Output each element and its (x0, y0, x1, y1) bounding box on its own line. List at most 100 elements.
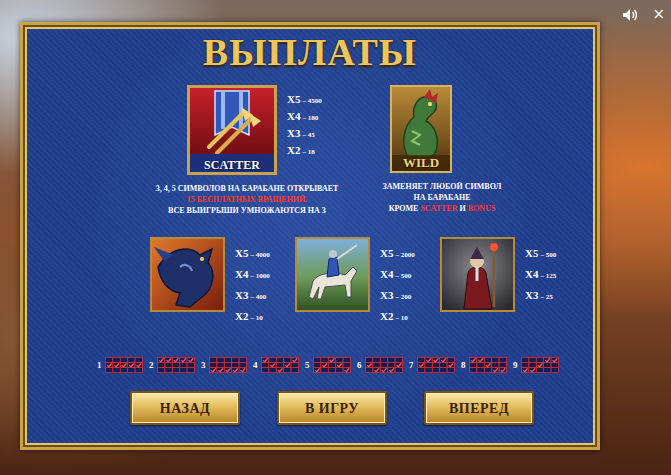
payline: 5 (305, 357, 352, 373)
speaker-icon[interactable] (622, 2, 638, 26)
check-icon (277, 368, 282, 371)
check-icon (263, 358, 268, 361)
payline-grid-icon (209, 357, 247, 373)
check-icon (485, 363, 490, 366)
payout-row: X4– 1000 (235, 264, 270, 285)
payout-multiplier: X3 (235, 289, 248, 301)
payout-row: X3– 400 (235, 285, 270, 306)
payline-number: 3 (201, 359, 206, 371)
payout-multiplier: X5 (525, 247, 538, 259)
payout-row: X2– 10 (235, 306, 270, 327)
payline-grid-icon (521, 357, 559, 373)
check-icon (545, 358, 550, 361)
payout-amount: – 1000 (250, 272, 269, 280)
payout-row: X2– 18 (287, 142, 322, 159)
payline-number: 2 (149, 359, 154, 371)
payout-list: X5– 4500X4– 180X3– 45X2– 18 (287, 85, 322, 175)
check-icon (381, 368, 386, 371)
check-icon (471, 358, 476, 361)
check-icon (552, 358, 557, 361)
check-icon (181, 358, 186, 361)
check-icon (114, 363, 119, 366)
symbol-description: 3, 4, 5 СИМВОЛОВ НА БАРАБАНЕ ОТКРЫВАЕТ15… (137, 183, 357, 216)
check-icon (211, 368, 216, 371)
payout-multiplier: X5 (287, 93, 300, 105)
paytable-panel: ВЫПЛАТЫSCATTERX5– 4500X4– 180X3– 45X2– 1… (20, 22, 600, 450)
check-icon (337, 363, 342, 366)
close-button[interactable]: × (652, 6, 665, 22)
payline: 8 (461, 357, 508, 373)
payout-amount: – 125 (540, 272, 556, 280)
payout-row: X3– 45 (287, 125, 322, 142)
check-icon (233, 368, 238, 371)
payline-grid-icon (417, 357, 455, 373)
payout-row: X2– 10 (380, 306, 415, 327)
payout-multiplier: X4 (380, 268, 393, 280)
payout-amount: – 18 (302, 148, 314, 156)
description-line: 15 БЕСПЛАТНЫХ ВРАЩЕНИЙ. (137, 194, 357, 205)
paytable-title: ВЫПЛАТЫ (23, 30, 597, 74)
check-icon (367, 363, 372, 366)
play-button[interactable]: В ИГРУ (277, 391, 387, 425)
payline: 3 (201, 357, 248, 373)
check-icon (389, 368, 394, 371)
description-text: И (458, 204, 468, 213)
check-icon (173, 358, 178, 361)
check-icon (433, 358, 438, 361)
payline-grid-icon (313, 357, 351, 373)
payout-amount: – 180 (302, 114, 318, 122)
symbol-group: WILD (390, 85, 527, 173)
payout-multiplier: X2 (287, 144, 300, 156)
check-icon (225, 368, 230, 371)
check-icon (159, 358, 164, 361)
payout-row: X3– 200 (380, 285, 415, 306)
special-symbols: SCATTERX5– 4500X4– 180X3– 45X2– 183, 4, … (23, 85, 597, 216)
payout-multiplier: X4 (235, 268, 248, 280)
payline: 2 (149, 357, 196, 373)
payline: 6 (357, 357, 404, 373)
wild-icon: WILD (390, 85, 452, 173)
payline-grid-icon (105, 357, 143, 373)
next-button[interactable]: ВПЕРЕД (424, 391, 534, 425)
check-icon (315, 368, 320, 371)
payline: 9 (513, 357, 560, 373)
check-icon (500, 368, 505, 371)
payline-number: 5 (305, 359, 310, 371)
payout-multiplier: X3 (287, 127, 300, 139)
payout-amount: – 25 (540, 293, 552, 301)
payline: 4 (253, 357, 300, 373)
check-icon (374, 368, 379, 371)
check-icon (322, 363, 327, 366)
check-icon (530, 368, 535, 371)
description-text: SCATTER (420, 204, 457, 213)
check-icon (419, 363, 424, 366)
payout-row: X4– 500 (380, 264, 415, 285)
check-icon (188, 358, 193, 361)
payline-number: 1 (97, 359, 102, 371)
symbol-label: WILD (390, 156, 452, 170)
check-icon (121, 363, 126, 366)
payline-grid-icon (261, 357, 299, 373)
check-icon (426, 358, 431, 361)
check-icon (523, 368, 528, 371)
payout-amount: – 200 (395, 293, 411, 301)
symbol-group: SCATTERX5– 4500X4– 180X3– 45X2– 18 (187, 85, 357, 175)
top-icons: × (616, 0, 671, 28)
payout-multiplier: X2 (235, 310, 248, 322)
payout-list: X5– 500X4– 125X3– 25 (525, 237, 556, 327)
payout-multiplier: X3 (380, 289, 393, 301)
payout-multiplier: X4 (525, 268, 538, 280)
description-line: ВСЕ ВЫИГРЫШИ УМНОЖАЮТСЯ НА 3 (137, 205, 357, 216)
payout-amount: – 400 (250, 293, 266, 301)
payout-list: X5– 2000X4– 500X3– 200X2– 10 (380, 237, 415, 327)
check-icon (166, 358, 171, 361)
payout-multiplier: X4 (287, 110, 300, 122)
payout-row: X5– 2000 (380, 243, 415, 264)
description-line: КРОМЕ SCATTER И BONUS (357, 203, 527, 214)
payout-amount: – 500 (395, 272, 411, 280)
payout-row: X5– 4500 (287, 91, 322, 108)
payout-amount: – 10 (395, 314, 407, 322)
back-button[interactable]: НАЗАД (130, 391, 240, 425)
scatter-icon: SCATTER (187, 85, 277, 175)
payline-grid-icon (469, 357, 507, 373)
